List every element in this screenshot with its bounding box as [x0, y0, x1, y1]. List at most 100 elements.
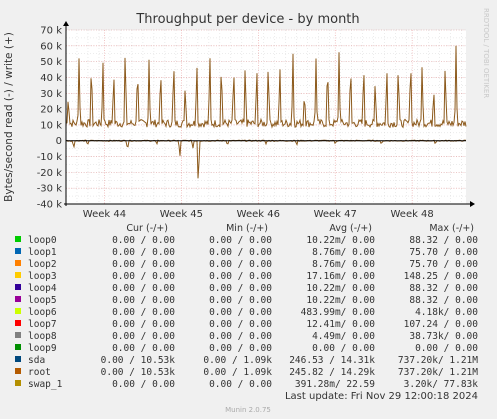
y-tick-label: -10 k: [37, 152, 63, 163]
legend-swatch: [15, 380, 21, 386]
legend-avg: 17.16m/ 0.00: [306, 271, 375, 282]
legend-avg: 483.99m/ 0.00: [301, 307, 376, 318]
legend-avg: 8.76m/ 0.00: [312, 247, 375, 258]
legend-swatch: [15, 236, 21, 242]
legend-cur: 0.00 / 0.00: [112, 295, 175, 306]
legend-swatch: [15, 344, 21, 350]
y-tick-label: 50 k: [40, 57, 62, 68]
legend-min: 0.00 / 0.00: [209, 295, 272, 306]
legend-avg: 0.00 / 0.00: [312, 343, 375, 354]
y-tick-label: 60 k: [40, 41, 62, 52]
legend-max: 88.32 / 0.00: [409, 295, 478, 306]
legend-min: 0.00 / 0.00: [209, 259, 272, 270]
legend-avg: 12.41m/ 0.00: [306, 319, 375, 330]
legend-min: 0.00 / 0.00: [209, 343, 272, 354]
legend-avg: 391.28m/ 22.59: [295, 379, 375, 390]
y-tick-label: -20 k: [37, 168, 63, 179]
legend-min: 0.00 / 0.00: [209, 247, 272, 258]
legend-avg: 10.22m/ 0.00: [306, 295, 375, 306]
legend-cur: 0.00 / 0.00: [112, 379, 175, 390]
legend-swatch: [15, 296, 21, 302]
legend-name: loop5: [28, 295, 57, 306]
legend-cur: 0.00 / 0.00: [112, 331, 175, 342]
legend-min: 0.00 / 0.00: [209, 271, 272, 282]
y-axis-ticks: 70 k 60 k 50 k 40 k 30 k 20 k 10 k 0 -10 k -20 k -…: [37, 26, 63, 211]
legend-name: loop1: [28, 247, 57, 258]
legend-max: 3.20k/ 77.83k: [404, 379, 479, 390]
y-tick-label: 20 k: [40, 105, 62, 116]
legend-name: loop4: [28, 283, 57, 294]
legend-max: 737.20k/ 1.21M: [398, 367, 478, 378]
y-tick-label: 10 k: [40, 120, 62, 131]
legend-swatch: [15, 272, 21, 278]
legend-name: loop6: [28, 307, 57, 318]
legend-max: 107.24 / 0.00: [404, 319, 479, 330]
legend-header-cur: Cur (-/+): [126, 223, 168, 234]
legend-cur: 0.00 / 0.00: [112, 307, 175, 318]
legend-min: 0.00 / 1.09k: [203, 367, 272, 378]
legend-table: Cur (-/+) Min (-/+) Avg (-/+) Max (-/+) …: [15, 223, 478, 390]
legend-avg: 245.82 / 14.29k: [289, 367, 375, 378]
legend-avg: 246.53 / 14.31k: [289, 355, 375, 366]
legend-min: 0.00 / 0.00: [209, 331, 272, 342]
legend-swatch: [15, 332, 21, 338]
legend-max: 75.70 / 0.00: [409, 259, 478, 270]
legend-max: 88.32 / 0.00: [409, 235, 478, 246]
legend-max: 0.00 / 0.00: [415, 343, 478, 354]
x-axis-ticks: Week 44 Week 45 Week 46 Week 47 Week 48: [83, 209, 434, 220]
rrdtool-watermark: RRDTOOL / TOBI OETIKER: [482, 8, 490, 98]
legend-name: loop3: [28, 271, 57, 282]
y-axis-label: Bytes/second read (-) / write (+): [3, 32, 15, 202]
legend-name: swap_1: [28, 379, 63, 390]
legend-header-max: Max (-/+): [429, 223, 474, 234]
legend-cur: 0.00 / 0.00: [112, 247, 175, 258]
legend-max: 148.25 / 0.00: [404, 271, 479, 282]
y-tick-label: 70 k: [40, 26, 62, 37]
legend-swatch: [15, 248, 21, 254]
legend-cur: 0.00 / 0.00: [112, 235, 175, 246]
legend-max: 4.18k/ 0.00: [415, 307, 478, 318]
legend-name: loop0: [28, 235, 57, 246]
x-tick-label: Week 45: [160, 209, 203, 220]
legend-name: sda: [28, 355, 45, 366]
chart-title: Throughput per device - by month: [135, 12, 359, 27]
legend-min: 0.00 / 0.00: [209, 235, 272, 246]
legend-swatch: [15, 284, 21, 290]
y-tick-label: 0: [56, 136, 62, 147]
legend-min: 0.00 / 0.00: [209, 283, 272, 294]
legend-min: 0.00 / 1.09k: [203, 355, 272, 366]
x-tick-label: Week 48: [390, 209, 433, 220]
legend-header-avg: Avg (-/+): [329, 223, 372, 234]
legend-name: loop7: [28, 319, 57, 330]
legend-name: root: [28, 367, 51, 378]
y-tick-label: 40 k: [40, 73, 62, 84]
legend-cur: 0.00 / 0.00: [112, 283, 175, 294]
legend-avg: 10.22m/ 0.00: [306, 235, 375, 246]
x-tick-label: Week 44: [83, 209, 126, 220]
legend-min: 0.00 / 0.00: [209, 319, 272, 330]
y-tick-label: 30 k: [40, 89, 62, 100]
legend-avg: 8.76m/ 0.00: [312, 259, 375, 270]
legend-min: 0.00 / 0.00: [209, 379, 272, 390]
x-tick-label: Week 46: [237, 209, 280, 220]
x-tick-label: Week 47: [314, 209, 357, 220]
legend-swatch: [15, 320, 21, 326]
legend-swatch: [15, 368, 21, 374]
legend-header-min: Min (-/+): [226, 223, 268, 234]
x-axis-arrow: [470, 201, 475, 207]
legend-max: 38.73k/ 0.00: [409, 331, 478, 342]
legend-max: 75.70 / 0.00: [409, 247, 478, 258]
legend-name: loop2: [28, 259, 57, 270]
legend-cur: 0.00 / 0.00: [112, 259, 175, 270]
legend-swatch: [15, 356, 21, 362]
y-tick-label: -30 k: [37, 184, 63, 195]
legend-cur: 0.00 / 10.53k: [101, 367, 176, 378]
legend-max: 88.32 / 0.00: [409, 283, 478, 294]
legend-max: 737.20k/ 1.21M: [398, 355, 478, 366]
legend-avg: 10.22m/ 0.00: [306, 283, 375, 294]
legend-name: loop9: [28, 343, 57, 354]
y-tick-label: -40 k: [37, 200, 63, 211]
last-update: Last update: Fri Nov 29 12:00:18 2024: [285, 391, 478, 402]
legend-avg: 4.49m/ 0.00: [312, 331, 375, 342]
legend-name: loop8: [28, 331, 57, 342]
